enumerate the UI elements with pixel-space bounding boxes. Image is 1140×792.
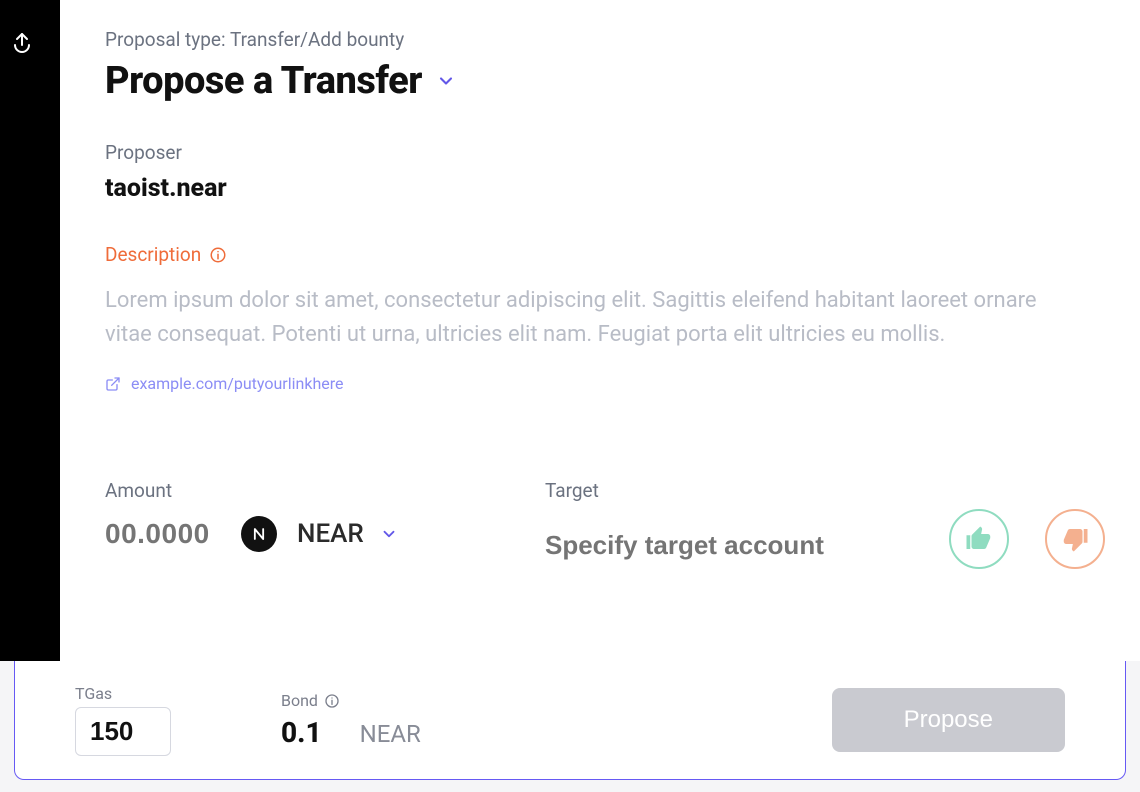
external-link-text: example.com/putyourlinkhere — [131, 374, 344, 393]
main-panel: Proposal type: Transfer/Add bounty Propo… — [60, 0, 1140, 661]
external-link-icon — [105, 376, 121, 392]
amount-token-label: NEAR — [297, 519, 364, 549]
amount-input[interactable] — [105, 518, 225, 550]
info-icon[interactable] — [209, 246, 227, 264]
target-label: Target — [545, 479, 1095, 502]
amount-label: Amount — [105, 479, 485, 502]
upload-icon[interactable] — [10, 30, 34, 54]
bond-value: 0.1 — [281, 716, 322, 749]
token-select-chevron-icon[interactable] — [380, 525, 398, 543]
left-strip — [0, 0, 60, 661]
chevron-down-icon[interactable] — [436, 71, 456, 91]
thumb-up-icon — [964, 524, 994, 554]
description-text: Lorem ipsum dolor sit amet, consectetur … — [105, 284, 1085, 352]
external-link[interactable]: example.com/putyourlinkhere — [105, 374, 1095, 393]
footer-card: TGas Bond 0.1 NEAR Propose — [14, 661, 1126, 780]
tgas-input[interactable] — [75, 707, 171, 756]
propose-button[interactable]: Propose — [832, 688, 1065, 752]
proposer-label: Proposer — [105, 141, 1095, 164]
vote-down-button[interactable] — [1045, 509, 1105, 569]
proposer-value: taoist.near — [105, 174, 1095, 203]
page-title: Propose a Transfer — [105, 59, 422, 103]
info-icon[interactable] — [324, 693, 340, 709]
proposal-type-label: Proposal type: Transfer/Add bounty — [105, 28, 1095, 51]
tgas-label: TGas — [75, 684, 171, 703]
description-label: Description — [105, 243, 1095, 266]
description-label-text: Description — [105, 243, 201, 266]
title-row: Propose a Transfer — [105, 59, 1095, 103]
near-token-icon — [241, 516, 277, 552]
bond-unit: NEAR — [360, 720, 421, 748]
bond-label: Bond — [281, 691, 318, 710]
vote-up-button[interactable] — [949, 509, 1009, 569]
thumb-down-icon — [1060, 524, 1090, 554]
